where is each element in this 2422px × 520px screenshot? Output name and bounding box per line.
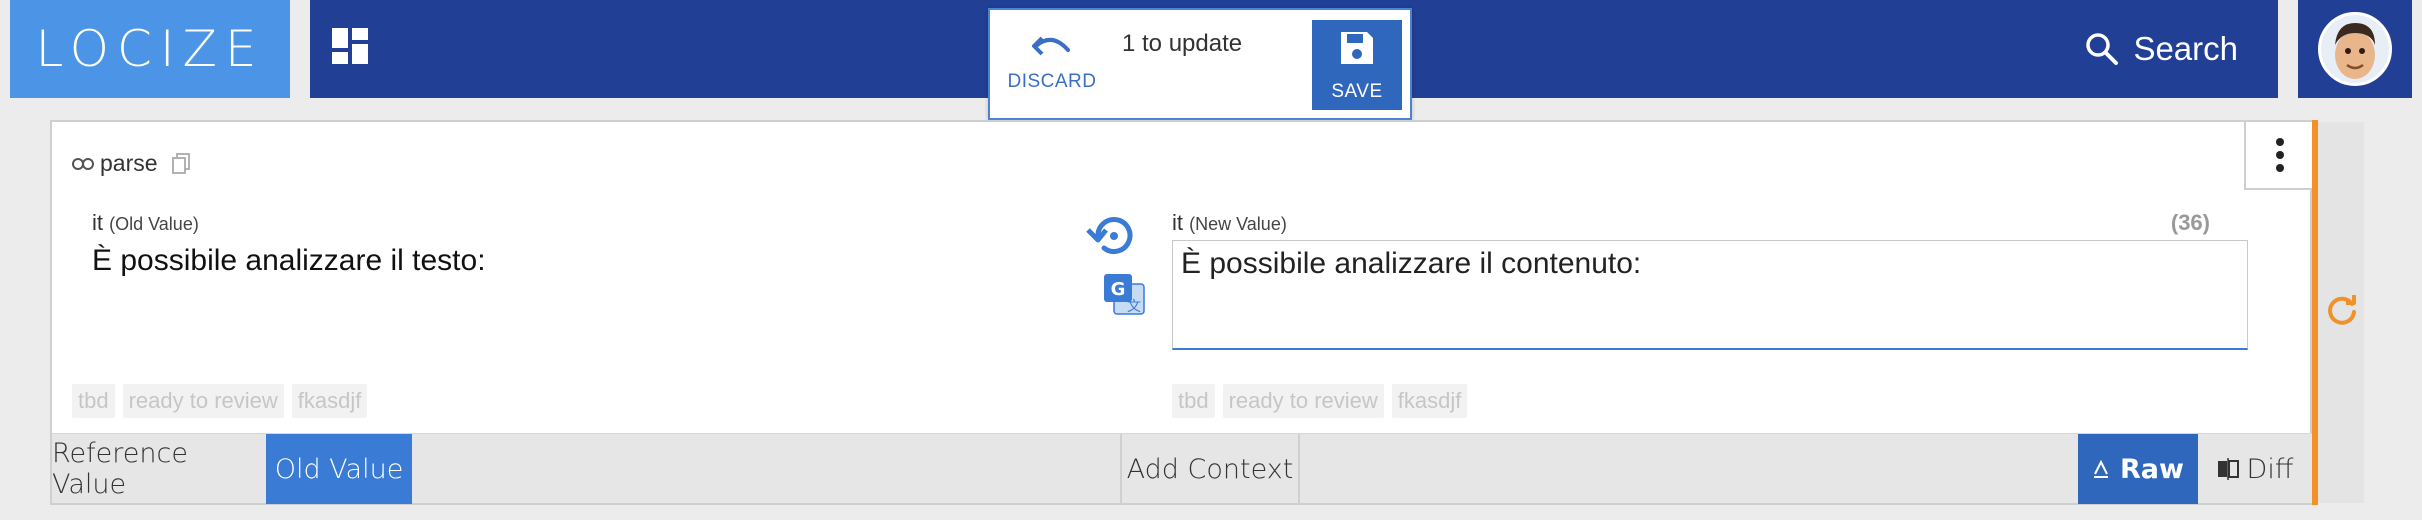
save-button[interactable]: SAVE [1312, 20, 1402, 110]
status-indicator-bar [2312, 120, 2318, 505]
vertical-dots-icon [2276, 138, 2284, 172]
tab-old-value[interactable]: Old Value [266, 434, 412, 504]
old-lang-note: (Old Value) [109, 214, 199, 234]
search-icon [2086, 33, 2119, 65]
search-label: Search [2133, 30, 2238, 67]
new-value-input[interactable] [1172, 240, 2248, 350]
update-count-text: 1 to update [1122, 30, 1243, 57]
tab-raw[interactable]: Raw [2078, 434, 2198, 504]
translation-card: parse it (Old Value) È possibile analizz… [50, 120, 2364, 505]
old-tags: tbd ready to review fkasdjf [72, 384, 368, 418]
new-lang-note: (New Value) [1189, 214, 1287, 234]
discard-button[interactable]: DISCARD [1002, 28, 1102, 93]
search-button[interactable]: Search [2085, 24, 2238, 74]
save-label: SAVE [1331, 81, 1383, 102]
undo-icon [1032, 36, 1070, 56]
refresh-icon[interactable] [2324, 292, 2360, 328]
diff-label: Diff [2246, 453, 2294, 485]
restore-icon[interactable] [1084, 208, 1140, 264]
old-value-text: È possibile analizzare il testo: [92, 244, 486, 277]
pending-updates-panel: DISCARD 1 to update SAVE [988, 8, 1412, 120]
card-bottom-bar: Reference Value Old Value Add Context Ra… [52, 433, 2312, 504]
raw-icon [2094, 460, 2109, 478]
key-row: parse [72, 150, 190, 177]
tab-reference-value[interactable]: Reference Value [52, 434, 266, 504]
new-lang: it [1172, 210, 1183, 235]
tag[interactable]: tbd [1172, 384, 1215, 418]
character-count: (36) [2170, 210, 2210, 235]
tag[interactable]: fkasdjf [1391, 384, 1468, 418]
svg-text:文: 文 [1127, 299, 1141, 315]
logo[interactable]: LOCIZE [10, 0, 290, 98]
old-value-label: it (Old Value) [92, 210, 199, 236]
avatar[interactable] [2318, 12, 2392, 86]
new-tags: tbd ready to review fkasdjf [1172, 384, 1468, 418]
tag[interactable]: ready to review [1222, 384, 1384, 418]
copy-icon[interactable] [171, 152, 190, 175]
new-value-label: it (New Value) [1172, 210, 1287, 236]
logo-text: LOCIZE [35, 20, 265, 78]
tab-diff[interactable]: Diff [2198, 434, 2312, 504]
link-icon[interactable] [72, 157, 94, 171]
tag[interactable]: fkasdjf [291, 384, 368, 418]
discard-label: DISCARD [1007, 71, 1097, 92]
key-name[interactable]: parse [100, 150, 158, 177]
tag[interactable]: ready to review [122, 384, 284, 418]
more-options-button[interactable] [2244, 122, 2314, 190]
user-menu[interactable] [2298, 0, 2412, 98]
tab-add-context[interactable]: Add Context [1122, 434, 1298, 504]
divider [1298, 434, 1300, 504]
diff-icon [2217, 458, 2239, 480]
dashboard-grid-icon[interactable] [332, 28, 368, 64]
raw-label: Raw [2120, 453, 2184, 485]
add-context-label: Add Context [1126, 453, 1294, 485]
floppy-disk-icon [1341, 32, 1373, 64]
tag[interactable]: tbd [72, 384, 115, 418]
svg-text:G: G [1111, 279, 1126, 300]
google-translate-icon[interactable]: G 文 [1104, 274, 1146, 316]
old-lang: it [92, 210, 103, 235]
